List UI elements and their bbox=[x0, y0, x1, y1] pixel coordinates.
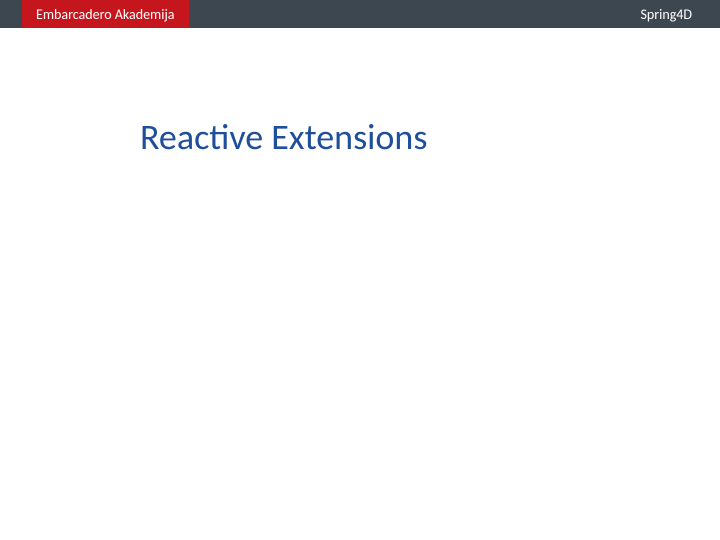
header-right-label: Spring4D bbox=[640, 0, 692, 28]
header-badge-text: Embarcadero Akademija bbox=[36, 6, 175, 23]
header-right-text: Spring4D bbox=[640, 6, 692, 23]
header-bar: Embarcadero Akademija Spring4D bbox=[0, 0, 720, 28]
slide-title: Reactive Extensions bbox=[140, 115, 427, 159]
header-badge: Embarcadero Akademija bbox=[22, 0, 189, 28]
